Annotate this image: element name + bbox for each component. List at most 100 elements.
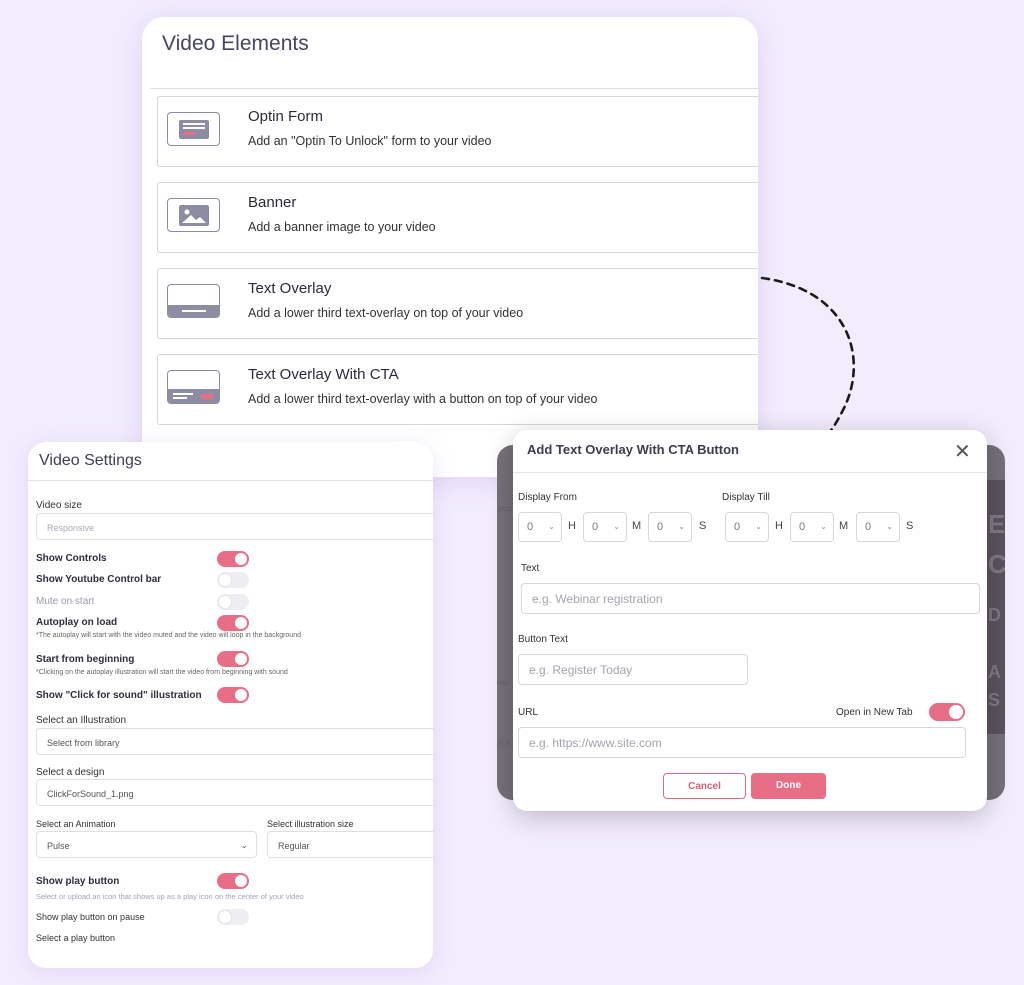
chevron-down-icon: ⌄ xyxy=(613,522,620,531)
element-name: Text Overlay xyxy=(248,280,332,297)
show-controls-toggle[interactable] xyxy=(217,551,249,567)
toggle-knob xyxy=(219,911,231,923)
autoplay-toggle[interactable] xyxy=(217,615,249,631)
click-for-sound-label: Show "Click for sound" illustration xyxy=(36,690,202,701)
element-name: Banner xyxy=(248,194,297,211)
mute-on-start-label: Mute on start xyxy=(36,596,95,607)
text-overlay-icon xyxy=(167,284,220,318)
chevron-down-icon: ⌄ xyxy=(678,522,685,531)
show-play-on-pause-toggle[interactable] xyxy=(217,909,249,925)
element-text-overlay[interactable]: Text Overlay Add a lower third text-over… xyxy=(157,268,758,339)
open-new-tab-label: Open in New Tab xyxy=(836,707,913,718)
unit-h: H xyxy=(775,520,783,532)
start-from-beginning-note: *Clicking on the autoplay illustration w… xyxy=(36,669,288,676)
show-play-button-note: Select or upload an icon that shows up a… xyxy=(36,892,304,901)
show-controls-label: Show Controls xyxy=(36,553,107,564)
banner-image-icon xyxy=(167,198,220,232)
element-banner[interactable]: Banner Add a banner image to your video xyxy=(157,182,758,253)
select-value: 0 xyxy=(865,521,872,533)
toggle-knob xyxy=(235,553,247,565)
backdrop-text: mp xyxy=(497,678,509,687)
close-icon[interactable]: ✕ xyxy=(954,439,971,464)
unit-s: S xyxy=(699,520,707,532)
show-play-button-toggle[interactable] xyxy=(217,873,249,889)
toggle-knob xyxy=(235,689,247,701)
divider xyxy=(28,480,433,481)
button-text-input[interactable]: e.g. Register Today xyxy=(518,654,748,685)
video-settings-panel: Video Settings Video size Responsive Sho… xyxy=(28,442,433,968)
video-elements-title: Video Elements xyxy=(162,32,309,55)
text-label: Text xyxy=(521,563,540,574)
chevron-down-icon: ⌄ xyxy=(820,522,827,531)
done-button[interactable]: Done xyxy=(751,773,826,799)
select-value: 0 xyxy=(734,521,741,533)
text-overlay-cta-icon xyxy=(167,370,220,404)
divider xyxy=(150,88,758,89)
animation-select[interactable]: Pulse ⌄ xyxy=(36,831,257,858)
add-text-overlay-cta-modal: Add Text Overlay With CTA Button ✕ Displ… xyxy=(513,430,987,811)
chevron-down-icon: ⌄ xyxy=(755,522,762,531)
select-value: 0 xyxy=(799,521,806,533)
backdrop-text: E xyxy=(988,509,1005,539)
unit-s: S xyxy=(906,520,914,532)
start-from-beginning-toggle[interactable] xyxy=(217,651,249,667)
element-name: Text Overlay With CTA xyxy=(248,366,399,383)
design-select[interactable]: ClickForSound_1.png xyxy=(36,779,433,806)
open-new-tab-toggle[interactable] xyxy=(929,703,965,721)
unit-h: H xyxy=(568,520,576,532)
url-label: URL xyxy=(518,707,539,718)
chevron-down-icon: ⌄ xyxy=(886,522,893,531)
video-settings-title: Video Settings xyxy=(39,452,142,469)
from-hours-select[interactable]: 0 ⌄ xyxy=(518,512,562,542)
illustration-size-select[interactable]: Regular xyxy=(267,831,433,858)
divider xyxy=(513,472,987,473)
show-youtube-bar-toggle[interactable] xyxy=(217,572,249,588)
illustration-size-label: Select illustration size xyxy=(267,819,354,829)
toggle-knob xyxy=(235,653,247,665)
toggle-knob xyxy=(949,705,963,719)
video-elements-panel: Video Elements Optin Form Add an "Optin … xyxy=(142,17,758,477)
backdrop-text: D xyxy=(988,605,1001,625)
select-value: 0 xyxy=(657,521,664,533)
from-seconds-select[interactable]: 0 ⌄ xyxy=(648,512,692,542)
display-from-label: Display From xyxy=(518,492,577,503)
display-till-label: Display Till xyxy=(722,492,770,503)
mute-on-start-toggle[interactable] xyxy=(217,594,249,610)
start-from-beginning-label: Start from beginning xyxy=(36,654,135,665)
select-value: 0 xyxy=(527,521,534,533)
element-text-overlay-cta[interactable]: Text Overlay With CTA Add a lower third … xyxy=(157,354,758,425)
chevron-down-icon: ⌄ xyxy=(548,522,555,531)
button-text-label: Button Text xyxy=(518,634,568,645)
till-seconds-select[interactable]: 0 ⌄ xyxy=(856,512,900,542)
select-play-button-label: Select a play button xyxy=(36,933,116,943)
element-optin-form[interactable]: Optin Form Add an "Optin To Unlock" form… xyxy=(157,96,758,167)
illustration-select[interactable]: Select from library xyxy=(36,728,433,755)
backdrop-text: S xyxy=(988,690,1001,710)
illustration-label: Select an Illustration xyxy=(36,715,127,726)
click-for-sound-toggle[interactable] xyxy=(217,687,249,703)
element-desc: Add a lower third text-overlay on top of… xyxy=(248,306,524,320)
unit-m: M xyxy=(839,520,849,532)
animation-label: Select an Animation xyxy=(36,819,116,829)
element-desc: Add a lower third text-overlay with a bu… xyxy=(248,392,598,406)
from-minutes-select[interactable]: 0 ⌄ xyxy=(583,512,627,542)
video-size-label: Video size xyxy=(36,500,82,511)
text-input[interactable]: e.g. Webinar registration xyxy=(521,583,980,614)
toggle-knob xyxy=(219,574,231,586)
unit-m: M xyxy=(632,520,642,532)
element-desc: Add an "Optin To Unlock" form to your vi… xyxy=(248,134,492,148)
show-play-button-label: Show play button xyxy=(36,876,120,887)
select-value: 0 xyxy=(592,521,599,533)
backdrop-text: you xyxy=(498,504,513,513)
show-play-on-pause-label: Show play button on pause xyxy=(36,912,145,922)
cancel-button[interactable]: Cancel xyxy=(663,773,746,799)
video-size-select[interactable]: Responsive xyxy=(36,513,433,540)
till-minutes-select[interactable]: 0 ⌄ xyxy=(790,512,834,542)
modal-title: Add Text Overlay With CTA Button xyxy=(527,442,739,457)
show-youtube-bar-label: Show Youtube Control bar xyxy=(36,574,162,585)
till-hours-select[interactable]: 0 ⌄ xyxy=(725,512,769,542)
chevron-down-icon: ⌄ xyxy=(240,840,248,850)
url-input[interactable]: e.g. https://www.site.com xyxy=(518,727,966,758)
toggle-knob xyxy=(219,596,231,608)
autoplay-note: *The autoplay will start with the video … xyxy=(36,632,301,639)
